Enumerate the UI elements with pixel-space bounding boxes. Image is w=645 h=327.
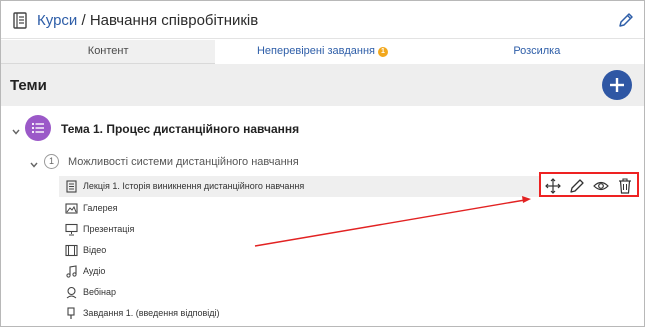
pencil-icon	[570, 179, 584, 193]
list-item-label: Відео	[83, 245, 107, 255]
assignment-icon	[65, 307, 78, 320]
presentation-icon	[65, 223, 78, 236]
tab-unchecked-tasks[interactable]: Неперевірені завдання 1	[215, 40, 429, 64]
list-item-label: Завдання 1. (введення відповіді)	[83, 308, 220, 318]
list-item-gallery[interactable]: Галерея	[59, 198, 639, 219]
edit-item-button[interactable]	[568, 177, 586, 195]
module-number: 1	[44, 154, 59, 169]
move-button[interactable]	[544, 177, 562, 195]
tab-mailing[interactable]: Розсилка	[430, 40, 644, 64]
chevron-down-icon[interactable]	[29, 157, 39, 168]
theme-title: Тема 1. Процес дистанційного навчання	[61, 122, 300, 136]
webinar-icon	[65, 286, 78, 299]
trash-icon	[619, 178, 631, 194]
audio-icon	[65, 265, 78, 278]
list-item-presentation[interactable]: Презентація	[59, 219, 639, 240]
eye-icon	[593, 181, 609, 191]
pencil-icon	[619, 13, 633, 27]
module-row[interactable]: 1 Можливості системи дистанційного навча…	[1, 152, 641, 172]
toggle-visibility-button[interactable]	[592, 177, 610, 195]
list-item-video[interactable]: Відео	[59, 240, 639, 261]
page-title: Курси / Навчання співробітників	[37, 12, 258, 29]
list-item-label: Вебінар	[83, 287, 117, 297]
themes-section-header: Теми	[1, 64, 644, 106]
list-item-label: Галерея	[83, 203, 118, 213]
move-icon	[545, 178, 561, 194]
breadcrumb-courses-link[interactable]: Курси	[37, 12, 77, 29]
module-title: Можливості системи дистанційного навчанн…	[68, 156, 299, 168]
tab-content-label: Контент	[87, 45, 129, 57]
list-item-label: Лекція 1. Історія виникнення дистанційно…	[83, 181, 305, 191]
list-item-webinar[interactable]: Вебінар	[59, 282, 639, 303]
tab-unchecked-tasks-label: Неперевірені завдання	[256, 45, 375, 57]
list-item-label: Аудіо	[83, 266, 106, 276]
theme-list-icon	[25, 115, 51, 141]
item-actions-highlight	[539, 172, 639, 197]
breadcrumb-separator: /	[77, 12, 90, 29]
course-title: Навчання співробітників	[89, 12, 259, 29]
edit-course-button[interactable]	[616, 10, 636, 30]
delete-button[interactable]	[616, 177, 634, 195]
list-item-assignment[interactable]: Завдання 1. (введення відповіді)	[59, 303, 639, 324]
document-icon	[65, 180, 78, 193]
course-book-icon	[13, 12, 27, 29]
themes-heading: Теми	[10, 77, 47, 94]
add-theme-button[interactable]	[602, 70, 632, 100]
list-item-label: Презентація	[83, 224, 135, 234]
page-header: Курси / Навчання співробітників	[1, 1, 644, 39]
theme-row[interactable]: Тема 1. Процес дистанційного навчання	[1, 115, 641, 143]
video-icon	[65, 244, 78, 257]
plus-icon	[610, 78, 624, 92]
tab-mailing-label: Розсилка	[513, 45, 561, 57]
unchecked-count-badge: 1	[377, 47, 388, 57]
chevron-down-icon[interactable]	[11, 124, 21, 135]
tab-bar: Контент Неперевірені завдання 1 Розсилка	[1, 40, 644, 64]
list-item-audio[interactable]: Аудіо	[59, 261, 639, 282]
tab-content[interactable]: Контент	[1, 40, 216, 64]
gallery-icon	[65, 202, 78, 215]
